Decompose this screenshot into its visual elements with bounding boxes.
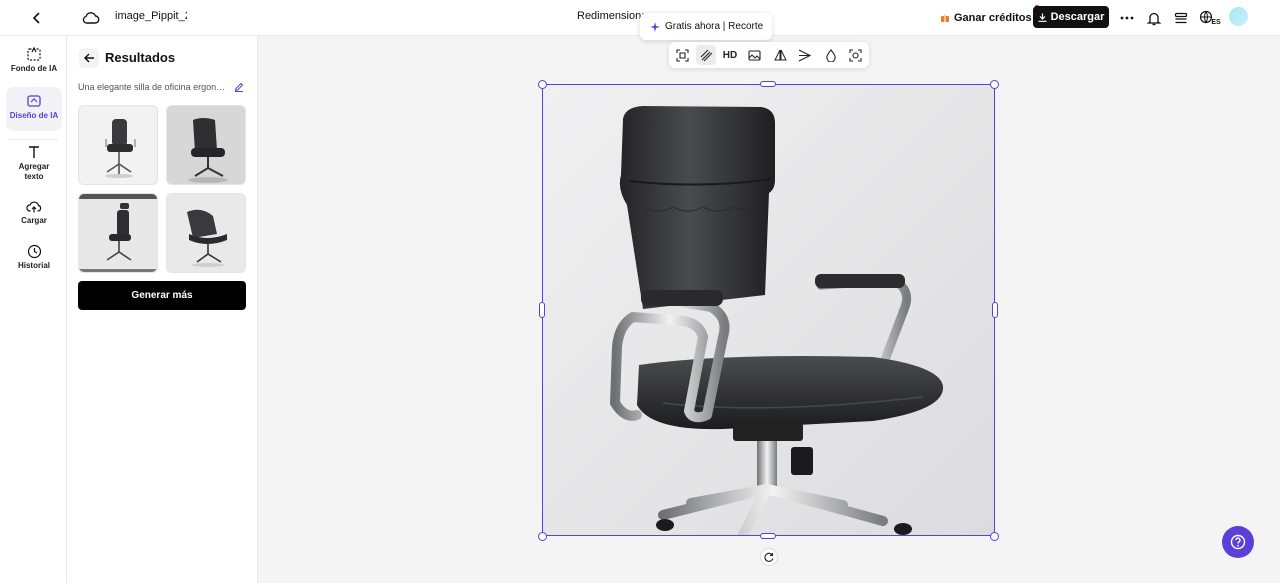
more-options-icon[interactable] bbox=[1116, 7, 1138, 29]
panel-title: Resultados bbox=[105, 50, 176, 65]
rail-item-upload[interactable]: Cargar bbox=[6, 199, 62, 231]
resize-handle-bottom-right[interactable] bbox=[990, 532, 999, 541]
rail-divider bbox=[8, 139, 58, 140]
result-thumbnail[interactable] bbox=[78, 193, 158, 273]
rail-item-history[interactable]: Historial bbox=[6, 244, 62, 276]
ai-background-icon bbox=[27, 46, 41, 61]
cloud-save-icon[interactable] bbox=[80, 7, 102, 29]
back-button[interactable] bbox=[26, 7, 48, 29]
panel-back-button[interactable] bbox=[79, 48, 99, 68]
ai-design-icon bbox=[27, 95, 41, 107]
clock-icon bbox=[27, 244, 41, 259]
tooltip-text: Gratis ahora | Recorte bbox=[665, 21, 764, 32]
layers-icon[interactable] bbox=[1170, 7, 1192, 29]
rail-label: Agregar texto bbox=[18, 162, 50, 181]
help-button[interactable] bbox=[1222, 526, 1254, 558]
result-thumbnail[interactable] bbox=[166, 193, 246, 273]
edit-prompt-icon[interactable] bbox=[232, 80, 246, 94]
download-icon bbox=[1038, 13, 1047, 22]
image-toolbar: HD bbox=[669, 42, 869, 68]
rail-label: Cargar bbox=[21, 216, 47, 225]
download-button[interactable]: Descargar bbox=[1033, 6, 1109, 28]
rail-item-add-text[interactable]: Agregar texto bbox=[6, 144, 62, 184]
earn-credits-label: Ganar créditos bbox=[954, 12, 1032, 24]
rail-label: Fondo de IA bbox=[10, 64, 58, 73]
magic-eraser-icon[interactable] bbox=[696, 45, 716, 65]
resize-label: Redimensionar bbox=[577, 9, 644, 22]
avatar[interactable] bbox=[1229, 7, 1248, 26]
chevron-left-icon bbox=[32, 12, 40, 24]
sparkle-icon bbox=[650, 21, 660, 32]
cutout-icon[interactable] bbox=[845, 45, 865, 65]
resize-handle-bottom-left[interactable] bbox=[538, 532, 547, 541]
prompt-text: Una elegante silla de oficina ergonómica bbox=[78, 82, 228, 92]
rail-item-ai-design[interactable]: Diseño de IA bbox=[6, 87, 62, 131]
arrow-left-icon bbox=[83, 53, 94, 63]
align-icon[interactable] bbox=[794, 45, 814, 65]
bell-icon[interactable] bbox=[1143, 7, 1165, 29]
rail-label: Historial bbox=[17, 261, 50, 270]
language-globe-icon[interactable]: ES bbox=[1197, 7, 1223, 29]
language-code: ES bbox=[1211, 18, 1221, 26]
rotate-icon bbox=[764, 552, 774, 562]
resize-handle-bottom[interactable] bbox=[760, 533, 776, 539]
result-thumbnail[interactable] bbox=[78, 105, 158, 185]
selection-frame[interactable] bbox=[542, 84, 995, 536]
rail-label: Diseño de IA bbox=[9, 111, 59, 120]
result-thumbnail[interactable] bbox=[166, 105, 246, 185]
resize-handle-left[interactable] bbox=[539, 302, 545, 318]
rail-item-ai-background[interactable]: Fondo de IA bbox=[6, 46, 62, 88]
resize-handle-top-left[interactable] bbox=[538, 80, 547, 89]
drop-icon[interactable] bbox=[821, 45, 841, 65]
free-cutout-tooltip[interactable]: Gratis ahora | Recorte bbox=[640, 13, 772, 40]
earn-credits-button[interactable]: Ganar créditos bbox=[934, 5, 1039, 29]
upload-cloud-icon bbox=[26, 201, 42, 213]
results-panel: Resultados Una elegante silla de oficina… bbox=[67, 36, 258, 583]
resize-button[interactable]: Redimensionar bbox=[572, 9, 644, 22]
hd-button[interactable]: HD bbox=[720, 45, 740, 65]
image-replace-icon[interactable] bbox=[744, 45, 764, 65]
file-name[interactable]: image_Pippit_20 bbox=[115, 10, 187, 22]
left-rail: Fondo de IA Diseño de IA Agregar texto C… bbox=[0, 36, 67, 583]
resize-handle-top-right[interactable] bbox=[990, 80, 999, 89]
crop-select-icon[interactable] bbox=[672, 45, 692, 65]
download-label: Descargar bbox=[1050, 11, 1105, 23]
generate-more-button[interactable]: Generar más bbox=[78, 281, 246, 310]
resize-handle-top[interactable] bbox=[760, 81, 776, 87]
text-icon bbox=[29, 146, 39, 158]
question-icon bbox=[1230, 534, 1246, 550]
resize-handle-right[interactable] bbox=[992, 302, 998, 318]
rotate-button[interactable] bbox=[760, 548, 778, 566]
flip-icon[interactable] bbox=[770, 45, 790, 65]
gift-icon bbox=[941, 14, 949, 22]
